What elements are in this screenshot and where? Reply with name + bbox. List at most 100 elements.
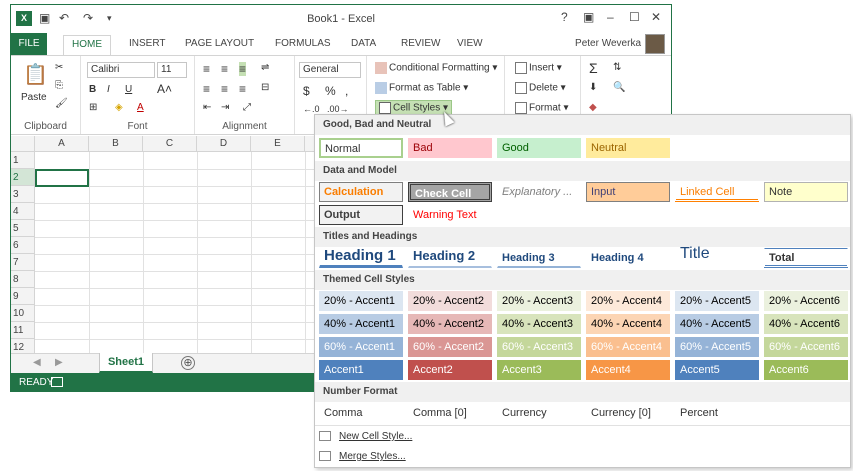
row-header[interactable]: 9: [11, 288, 35, 305]
style-accent40-4[interactable]: 40% - Accent4: [586, 314, 670, 334]
style-accent-4[interactable]: Accent4: [586, 360, 670, 380]
style-note[interactable]: Note: [764, 182, 848, 202]
style-comma-0[interactable]: Comma [0]: [408, 403, 492, 423]
percent-button[interactable]: %: [325, 84, 336, 98]
style-accent20-1[interactable]: 20% - Accent1: [319, 291, 403, 311]
tab-file[interactable]: FILE: [11, 33, 47, 55]
decrease-indent-icon[interactable]: ⇤: [203, 102, 211, 113]
align-center-icon[interactable]: ≡: [221, 82, 228, 96]
style-title[interactable]: Title: [675, 244, 759, 266]
format-cells-button[interactable]: Format ▾: [515, 102, 568, 114]
style-currency[interactable]: Currency: [497, 403, 581, 423]
autosum-icon[interactable]: Σ: [589, 60, 598, 76]
style-currency-0[interactable]: Currency [0]: [586, 403, 670, 423]
style-accent-3[interactable]: Accent3: [497, 360, 581, 380]
style-accent60-1[interactable]: 60% - Accent1: [319, 337, 403, 357]
style-bad[interactable]: Bad: [408, 138, 492, 158]
style-accent60-3[interactable]: 60% - Accent3: [497, 337, 581, 357]
add-sheet-button[interactable]: ⊕: [181, 356, 195, 370]
prev-sheet-icon[interactable]: ◀: [33, 357, 41, 368]
tab-data[interactable]: DATA: [351, 38, 376, 49]
merge-styles-command[interactable]: Merge Styles...: [319, 451, 406, 462]
style-heading-4[interactable]: Heading 4: [586, 248, 670, 268]
style-accent-6[interactable]: Accent6: [764, 360, 848, 380]
style-input[interactable]: Input: [586, 182, 670, 202]
style-accent40-5[interactable]: 40% - Accent5: [675, 314, 759, 334]
row-header[interactable]: 3: [11, 186, 35, 203]
align-middle-icon[interactable]: ≡: [221, 62, 228, 76]
conditional-formatting-button[interactable]: Conditional Formatting ▾: [375, 62, 497, 74]
column-header[interactable]: B: [89, 136, 143, 152]
row-header[interactable]: 2: [11, 169, 35, 186]
column-header[interactable]: D: [197, 136, 251, 152]
row-header[interactable]: 8: [11, 271, 35, 288]
row-header[interactable]: 4: [11, 203, 35, 220]
align-bottom-icon[interactable]: ≡: [239, 62, 247, 76]
column-header[interactable]: A: [35, 136, 89, 152]
sheet-tab[interactable]: Sheet1: [99, 353, 153, 373]
tab-view[interactable]: VIEW: [457, 38, 483, 49]
sort-filter-icon[interactable]: ⇅: [613, 62, 621, 73]
insert-cells-button[interactable]: Insert ▾: [515, 62, 562, 74]
ribbon-display-icon[interactable]: ▣: [583, 10, 594, 24]
style-linked-cell[interactable]: Linked Cell: [675, 182, 759, 202]
font-size-select[interactable]: 11: [157, 62, 187, 78]
style-heading-2[interactable]: Heading 2: [408, 246, 492, 268]
find-select-icon[interactable]: 🔍: [613, 82, 625, 93]
user-name[interactable]: Peter Weverka: [575, 38, 641, 49]
number-format-select[interactable]: General: [299, 62, 361, 78]
style-check-cell[interactable]: Check Cell: [408, 182, 492, 202]
style-total[interactable]: Total: [764, 248, 848, 268]
row-header[interactable]: 5: [11, 220, 35, 237]
cut-icon[interactable]: ✂: [55, 62, 63, 73]
style-accent40-2[interactable]: 40% - Accent2: [408, 314, 492, 334]
style-heading-1[interactable]: Heading 1: [319, 246, 403, 268]
orientation-icon[interactable]: ⤢: [243, 102, 251, 113]
row-header[interactable]: 11: [11, 322, 35, 339]
increase-indent-icon[interactable]: ⇥: [221, 102, 229, 113]
style-good[interactable]: Good: [497, 138, 581, 158]
delete-cells-button[interactable]: Delete ▾: [515, 82, 566, 94]
style-accent20-4[interactable]: 20% - Accent4: [586, 291, 670, 311]
style-accent20-6[interactable]: 20% - Accent6: [764, 291, 848, 311]
row-header[interactable]: 6: [11, 237, 35, 254]
style-accent-2[interactable]: Accent2: [408, 360, 492, 380]
row-header[interactable]: 10: [11, 305, 35, 322]
fill-color-icon[interactable]: ◈: [115, 102, 123, 113]
close-icon[interactable]: ✕: [651, 10, 661, 24]
fill-icon[interactable]: ⬇: [589, 82, 597, 93]
avatar[interactable]: [645, 34, 665, 54]
clear-icon[interactable]: ◆: [589, 102, 597, 113]
style-calculation[interactable]: Calculation: [319, 182, 403, 202]
currency-button[interactable]: $: [303, 84, 310, 98]
comma-button[interactable]: ,: [345, 84, 348, 98]
style-heading-3[interactable]: Heading 3: [497, 248, 581, 268]
font-grow-icon[interactable]: A˄: [157, 82, 172, 96]
style-accent60-6[interactable]: 60% - Accent6: [764, 337, 848, 357]
select-all-corner[interactable]: [11, 136, 35, 152]
style-accent-1[interactable]: Accent1: [319, 360, 403, 380]
merge-center-icon[interactable]: ⊟: [261, 82, 269, 93]
tab-page-layout[interactable]: PAGE LAYOUT: [185, 38, 254, 49]
style-explanatory[interactable]: Explanatory ...: [497, 182, 581, 202]
new-cell-style-command[interactable]: New Cell Style...: [319, 431, 412, 442]
format-as-table-button[interactable]: Format as Table ▾: [375, 82, 468, 94]
style-accent60-2[interactable]: 60% - Accent2: [408, 337, 492, 357]
style-output[interactable]: Output: [319, 205, 403, 225]
style-accent40-1[interactable]: 40% - Accent1: [319, 314, 403, 334]
align-left-icon[interactable]: ≡: [203, 82, 210, 96]
style-accent40-6[interactable]: 40% - Accent6: [764, 314, 848, 334]
font-color-icon[interactable]: A: [137, 102, 144, 113]
format-painter-icon[interactable]: 🖌: [55, 98, 68, 109]
style-accent20-3[interactable]: 20% - Accent3: [497, 291, 581, 311]
increase-decimal-icon[interactable]: ←.0: [303, 104, 320, 114]
align-right-icon[interactable]: ≡: [239, 82, 246, 96]
align-top-icon[interactable]: ≡: [203, 62, 210, 76]
minimize-icon[interactable]: –: [607, 10, 614, 24]
bold-button[interactable]: B: [89, 84, 96, 95]
style-comma[interactable]: Comma: [319, 403, 403, 423]
style-neutral[interactable]: Neutral: [586, 138, 670, 158]
wrap-text-icon[interactable]: ⇌: [261, 62, 269, 73]
row-header[interactable]: 7: [11, 254, 35, 271]
column-header[interactable]: C: [143, 136, 197, 152]
